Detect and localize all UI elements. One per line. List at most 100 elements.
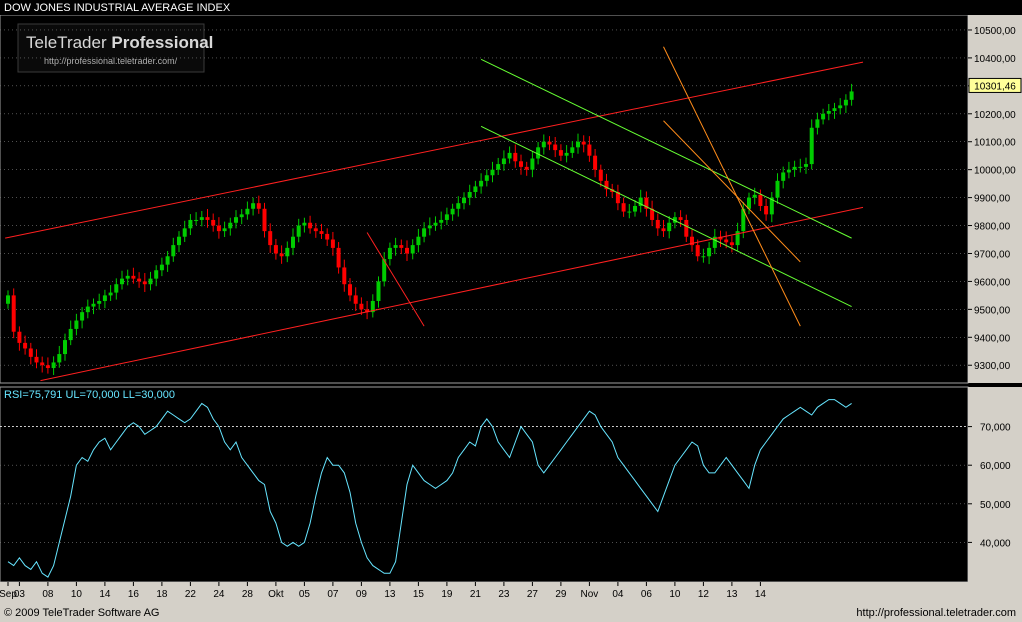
watermark: TeleTrader Professional http://professio… <box>17 23 213 73</box>
date-tick-label: 12 <box>698 589 710 600</box>
candle-down <box>17 331 22 343</box>
candle-up <box>490 169 495 176</box>
candle-down <box>205 217 210 220</box>
date-tick-label: 04 <box>612 589 624 600</box>
date-tick-label: 09 <box>356 589 368 600</box>
candle-up <box>85 306 90 313</box>
candle-down <box>45 365 50 369</box>
candle-up <box>57 354 62 363</box>
candle-down <box>211 219 216 226</box>
candle-down <box>313 228 318 232</box>
rsi-tick-label: 40,000 <box>980 538 1011 549</box>
candle-up <box>467 192 472 198</box>
candle-up <box>114 284 119 293</box>
chart-title: DOW JONES INDUSTRIAL AVERAGE INDEX <box>4 2 231 14</box>
candle-down <box>23 342 28 349</box>
candle-up <box>68 328 73 341</box>
candle-up <box>484 175 489 181</box>
price-tick-label: 10000,00 <box>974 166 1016 177</box>
candle-down <box>34 356 39 363</box>
candle-down <box>513 152 518 162</box>
candle-down <box>598 169 603 181</box>
candle-down <box>137 278 142 282</box>
date-tick-label: Okt <box>268 589 284 600</box>
chart-window: DOW JONES INDUSTRIAL AVERAGE INDEX TeleT… <box>0 0 1022 622</box>
candle-down <box>308 222 313 229</box>
candle-up <box>564 152 569 156</box>
candle-up <box>849 91 854 100</box>
candle-up <box>51 362 56 369</box>
candle-up <box>479 180 484 187</box>
candle-down <box>655 219 660 229</box>
candle-down <box>553 144 558 151</box>
candle-down <box>758 194 763 206</box>
date-tick-label: 22 <box>185 589 197 600</box>
candle-up <box>222 228 227 232</box>
candle-up <box>63 340 67 355</box>
candle-down <box>131 275 136 279</box>
candle-up <box>815 119 820 128</box>
candle-up <box>416 236 421 246</box>
date-tick-label: 19 <box>441 589 453 600</box>
date-tick-label: 08 <box>42 589 54 600</box>
candle-up <box>701 256 706 258</box>
date-tick-label: 24 <box>213 589 225 600</box>
candle-down <box>256 203 261 209</box>
chart-canvas: DOW JONES INDUSTRIAL AVERAGE INDEX TeleT… <box>0 0 1022 622</box>
candle-down <box>359 303 364 310</box>
candle-up <box>199 217 204 220</box>
candle-up <box>188 219 193 229</box>
price-tick-label: 10100,00 <box>974 138 1016 149</box>
candle-up <box>456 203 461 209</box>
candle-down <box>40 362 45 366</box>
candle-up <box>171 245 176 257</box>
candle-up <box>752 194 757 198</box>
date-tick-label: 13 <box>384 589 396 600</box>
candle-up <box>125 275 130 279</box>
rsi-title: RSI=75,791 UL=70,000 LL=30,000 <box>4 389 175 401</box>
candle-up <box>302 222 307 226</box>
price-tick-label: 10500,00 <box>974 26 1016 37</box>
candle-down <box>28 348 33 357</box>
candle-down <box>684 219 689 237</box>
candle-down <box>262 208 267 232</box>
candle-up <box>809 127 814 165</box>
candle-up <box>576 141 580 148</box>
candle-up <box>473 186 478 193</box>
date-tick-label: 21 <box>470 589 482 600</box>
date-tick-label: 10 <box>71 589 83 600</box>
watermark-brand: TeleTrader Professional <box>26 33 213 52</box>
candle-down <box>405 247 409 254</box>
price-tick-label: 10200,00 <box>974 110 1016 121</box>
rsi-tick-label: 50,000 <box>980 500 1011 511</box>
date-tick-label: 15 <box>413 589 425 600</box>
date-tick-label: 06 <box>641 589 653 600</box>
candle-down <box>11 295 16 332</box>
price-tick-label: 10400,00 <box>974 54 1016 65</box>
candle-down <box>353 295 358 304</box>
candle-down <box>724 239 729 243</box>
candle-up <box>80 312 85 321</box>
candle-down <box>325 233 330 240</box>
candle-up <box>108 292 113 296</box>
date-tick-label: 14 <box>99 589 111 600</box>
candle-down <box>661 228 666 232</box>
candle-up <box>444 214 449 220</box>
date-tick-label: 18 <box>156 589 168 600</box>
candle-up <box>541 141 546 148</box>
candle-down <box>581 141 586 145</box>
footer-url: http://professional.teletrader.com <box>856 607 1016 619</box>
date-axis-strip <box>0 582 1022 603</box>
date-tick-label: 03 <box>14 589 26 600</box>
candle-down <box>279 253 284 257</box>
candle-up <box>433 222 438 226</box>
candle-up <box>832 108 837 111</box>
date-tick-label: Nov <box>581 589 599 600</box>
candle-down <box>330 239 335 248</box>
candle-up <box>627 211 632 213</box>
candle-up <box>148 278 153 285</box>
candle-up <box>501 158 506 165</box>
candle-up <box>821 113 826 120</box>
candle-up <box>826 110 831 114</box>
last-value-marker: 10301,46 <box>968 77 1022 93</box>
